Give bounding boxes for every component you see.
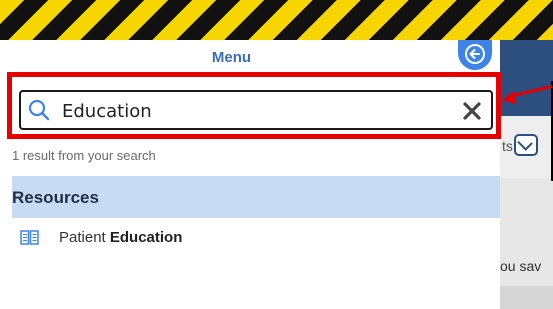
background-text-2: ou sav — [500, 258, 542, 274]
search-icon — [28, 99, 50, 121]
result-label-prefix: Patient — [59, 229, 110, 246]
mail-icon — [514, 134, 538, 156]
arrow-left-icon — [465, 44, 485, 64]
background-app: ts ou sav — [500, 40, 553, 309]
search-box[interactable] — [19, 90, 493, 130]
annotation-arrow-head-icon — [500, 90, 517, 108]
hazard-stripe-banner — [0, 0, 553, 40]
menu-panel: Menu 1 result from your search Resources — [0, 40, 501, 309]
menu-title: Menu — [211, 49, 252, 66]
result-label-match: Education — [109, 229, 183, 246]
search-input[interactable] — [62, 98, 442, 124]
back-button[interactable] — [458, 40, 492, 70]
section-label: Resources — [12, 188, 99, 207]
result-item-patient-education[interactable]: Patient Education — [12, 227, 500, 251]
clear-search-icon[interactable] — [461, 100, 483, 122]
section-header-resources: Resources — [12, 176, 500, 218]
result-count: 1 result from your search — [12, 148, 156, 163]
book-open-icon — [20, 230, 39, 245]
result-label: Patient Education — [59, 229, 182, 246]
background-strip — [500, 286, 553, 309]
background-text: ts — [502, 138, 513, 154]
